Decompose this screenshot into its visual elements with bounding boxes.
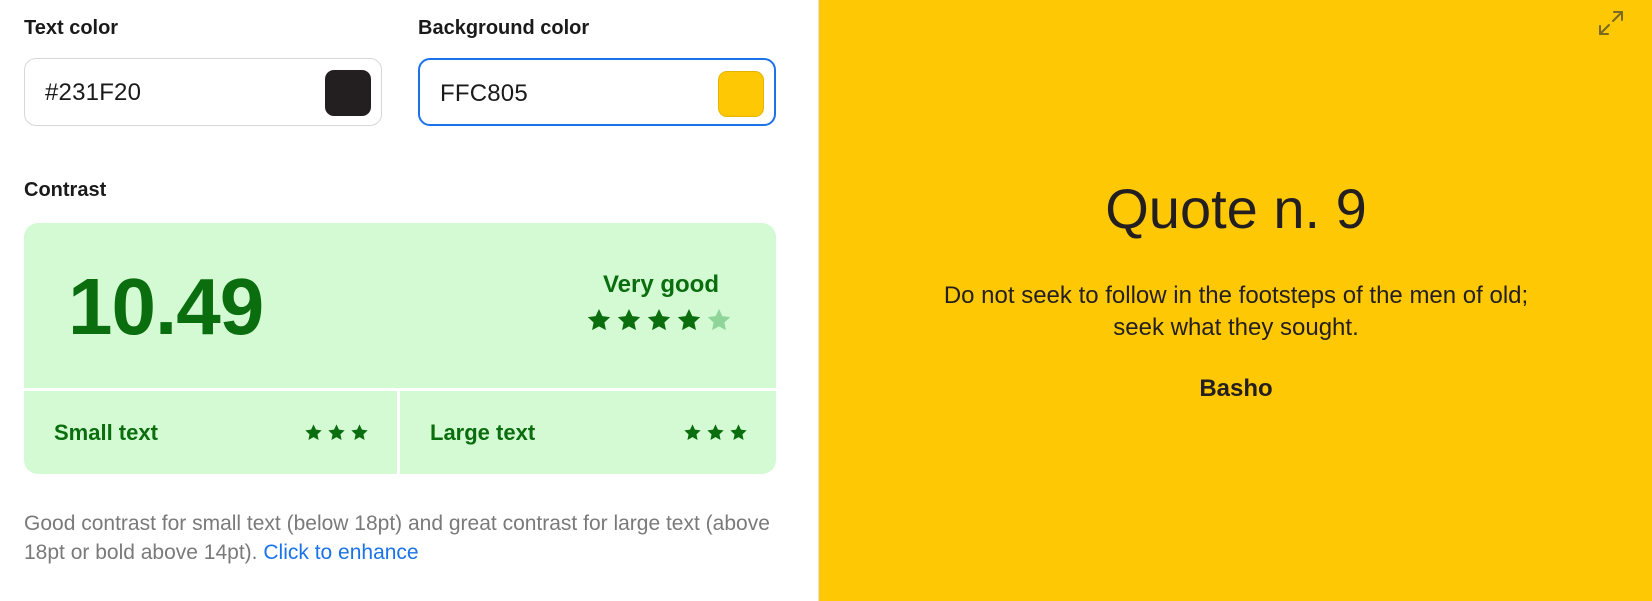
contrast-ratio: 10.49 <box>68 262 264 351</box>
contrast-label: Contrast <box>24 179 107 201</box>
background-color-input[interactable]: FFC805 <box>440 80 528 108</box>
background-color-label: Background color <box>418 17 590 39</box>
star-icon <box>617 308 641 331</box>
large-text-stars <box>683 423 748 442</box>
enhance-link[interactable]: Click to enhance <box>263 541 418 564</box>
star-icon <box>677 308 701 331</box>
large-text-rating: Large text <box>400 391 776 474</box>
contrast-score-panel: 10.49 Very good <box>24 223 776 388</box>
rating-stars <box>586 307 732 333</box>
contrast-rating: Very good <box>602 271 719 298</box>
background-color-swatch[interactable] <box>718 71 764 117</box>
text-color-input[interactable]: #231F20 <box>45 79 141 107</box>
quote-line: Do not seek to follow in the footsteps o… <box>943 282 1529 309</box>
star-empty-icon <box>707 308 731 331</box>
large-text-label: Large text <box>430 420 536 445</box>
text-color-field[interactable]: #231F20 <box>24 58 382 126</box>
small-text-stars <box>304 423 369 442</box>
text-color-swatch[interactable] <box>325 70 371 116</box>
star-icon <box>587 308 611 331</box>
star-icon <box>351 424 368 440</box>
star-icon <box>328 424 345 440</box>
quote-title: Quote n. 9 <box>1105 177 1367 240</box>
text-color-label: Text color <box>24 17 119 39</box>
quote-line: seek what they sought. <box>1113 314 1359 341</box>
star-icon <box>305 424 322 440</box>
background-color-field[interactable]: FFC805 <box>418 58 776 126</box>
preview-panel: Quote n. 9 Do not seek to follow in the … <box>818 0 1652 601</box>
quote-text: Do not seek to follow in the footsteps o… <box>819 280 1652 344</box>
contrast-description: Good contrast for small text (below 18pt… <box>24 509 784 567</box>
controls-panel: Text color #231F20 Background color FFC8… <box>0 0 818 601</box>
star-icon <box>647 308 671 331</box>
quote-author: Basho <box>1199 375 1273 402</box>
small-text-label: Small text <box>54 420 158 445</box>
small-text-rating: Small text <box>24 391 397 474</box>
star-icon <box>684 424 701 440</box>
expand-icon[interactable] <box>1596 8 1626 38</box>
star-icon <box>707 424 724 440</box>
star-icon <box>730 424 747 440</box>
